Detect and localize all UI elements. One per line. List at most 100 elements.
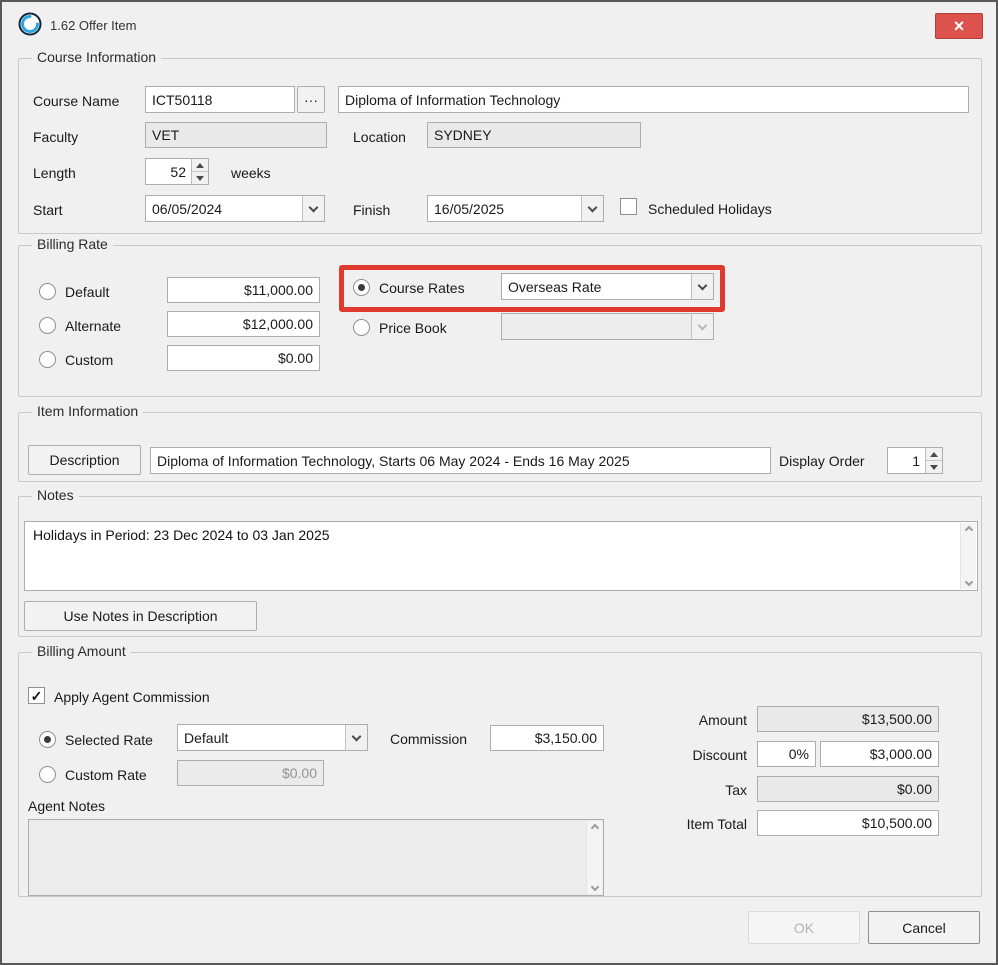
- default-rate-label: Default: [65, 284, 109, 300]
- display-order-label: Display Order: [779, 453, 865, 469]
- title-bar: 1.62 Offer Item ×: [2, 2, 996, 48]
- chevron-down-icon: [352, 731, 362, 741]
- spin-down-icon[interactable]: [192, 171, 208, 184]
- agent-notes-textarea[interactable]: [28, 819, 604, 896]
- course-name-label: Course Name: [33, 93, 119, 109]
- custom-rate-radio[interactable]: [39, 766, 56, 783]
- start-label: Start: [33, 202, 63, 218]
- custom-rate-radio-billing[interactable]: [39, 351, 56, 368]
- billing-rate-legend: Billing Rate: [32, 236, 113, 252]
- cancel-button[interactable]: Cancel: [868, 911, 980, 944]
- length-spinner[interactable]: 52: [145, 158, 209, 185]
- tax-label: Tax: [619, 782, 747, 798]
- finish-date-combo[interactable]: 16/05/2025: [427, 195, 604, 222]
- finish-date-dropdown-button[interactable]: [581, 196, 603, 221]
- course-rates-value: Overseas Rate: [502, 274, 691, 299]
- finish-date-value: 16/05/2025: [428, 196, 581, 221]
- custom-rate-label: Custom Rate: [65, 767, 147, 783]
- amount-label: Amount: [619, 712, 747, 728]
- price-book-label: Price Book: [379, 320, 447, 336]
- billing-amount-group: Billing Amount Apply Agent Commission Se…: [18, 652, 982, 897]
- notes-scrollbar[interactable]: [960, 523, 976, 589]
- discount-amount-input[interactable]: $3,000.00: [820, 741, 939, 767]
- display-order-spinner[interactable]: 1: [887, 447, 943, 474]
- selected-rate-dropdown-button[interactable]: [345, 725, 367, 750]
- close-button[interactable]: ×: [935, 13, 983, 39]
- alternate-rate-radio[interactable]: [39, 317, 56, 334]
- scroll-down-icon[interactable]: [964, 578, 972, 586]
- price-book-combo: [501, 313, 714, 340]
- description-input[interactable]: Diploma of Information Technology, Start…: [150, 447, 771, 474]
- selected-rate-combo[interactable]: Default: [177, 724, 368, 751]
- price-book-value: [502, 314, 691, 339]
- alternate-rate-label: Alternate: [65, 318, 121, 334]
- app-icon: [18, 12, 42, 36]
- scroll-up-icon[interactable]: [964, 526, 972, 534]
- display-order-value: 1: [888, 448, 925, 473]
- scheduled-holidays-checkbox[interactable]: [620, 198, 637, 215]
- chevron-down-icon: [698, 280, 708, 290]
- price-book-radio[interactable]: [353, 319, 370, 336]
- default-rate-value[interactable]: $11,000.00: [167, 277, 320, 303]
- commission-label: Commission: [390, 731, 467, 747]
- discount-percent-input[interactable]: 0%: [757, 741, 816, 767]
- faculty-field: VET: [145, 122, 327, 148]
- custom-rate-label-billing: Custom: [65, 352, 113, 368]
- course-title-input[interactable]: Diploma of Information Technology: [338, 86, 969, 113]
- custom-rate-value-billing[interactable]: $0.00: [167, 345, 320, 371]
- description-button[interactable]: Description: [28, 445, 141, 475]
- tax-value: $0.00: [757, 776, 939, 802]
- item-total-label: Item Total: [619, 816, 747, 832]
- item-total-value: $10,500.00: [757, 810, 939, 836]
- billing-amount-legend: Billing Amount: [32, 643, 131, 659]
- finish-label: Finish: [353, 202, 390, 218]
- start-date-dropdown-button[interactable]: [302, 196, 324, 221]
- offer-item-dialog: 1.62 Offer Item × Course Information Cou…: [0, 0, 998, 965]
- custom-rate-value: $0.00: [177, 760, 324, 786]
- notes-group: Notes Holidays in Period: 23 Dec 2024 to…: [18, 496, 982, 637]
- selected-rate-label: Selected Rate: [65, 732, 153, 748]
- chevron-down-icon: [698, 320, 708, 330]
- amount-value: $13,500.00: [757, 706, 939, 732]
- course-rates-dropdown-button[interactable]: [691, 274, 713, 299]
- course-rates-combo[interactable]: Overseas Rate: [501, 273, 714, 300]
- start-date-combo[interactable]: 06/05/2024: [145, 195, 325, 222]
- course-rates-label: Course Rates: [379, 280, 465, 296]
- price-book-dropdown-button: [691, 314, 713, 339]
- agent-notes-scrollbar[interactable]: [586, 821, 602, 894]
- display-order-spin-buttons: [925, 448, 942, 473]
- commission-value[interactable]: $3,150.00: [490, 725, 604, 751]
- course-code-input[interactable]: ICT50118: [145, 86, 295, 113]
- use-notes-in-description-button[interactable]: Use Notes in Description: [24, 601, 257, 631]
- ok-button[interactable]: OK: [748, 911, 860, 944]
- location-field: SYDNEY: [427, 122, 641, 148]
- spin-up-icon[interactable]: [192, 159, 208, 171]
- location-label: Location: [353, 129, 406, 145]
- length-spin-buttons: [191, 159, 208, 184]
- close-icon: ×: [954, 17, 965, 35]
- agent-notes-label: Agent Notes: [28, 798, 105, 814]
- spin-down-icon[interactable]: [926, 460, 942, 473]
- default-rate-radio[interactable]: [39, 283, 56, 300]
- billing-rate-group: Billing Rate Default $11,000.00 Alternat…: [18, 245, 982, 397]
- scheduled-holidays-label: Scheduled Holidays: [648, 201, 772, 217]
- selected-rate-value: Default: [178, 725, 345, 750]
- notes-textarea[interactable]: Holidays in Period: 23 Dec 2024 to 03 Ja…: [24, 521, 978, 591]
- scroll-up-icon[interactable]: [590, 824, 598, 832]
- faculty-label: Faculty: [33, 129, 78, 145]
- selected-rate-radio[interactable]: [39, 731, 56, 748]
- course-information-legend: Course Information: [32, 49, 161, 65]
- course-rates-radio[interactable]: [353, 279, 370, 296]
- discount-label: Discount: [619, 747, 747, 763]
- alternate-rate-value[interactable]: $12,000.00: [167, 311, 320, 337]
- spin-up-icon[interactable]: [926, 448, 942, 460]
- length-label: Length: [33, 165, 76, 181]
- apply-agent-commission-checkbox[interactable]: [28, 687, 45, 704]
- item-information-legend: Item Information: [32, 403, 143, 419]
- course-information-group: Course Information Course Name ICT50118 …: [18, 58, 982, 234]
- notes-text: Holidays in Period: 23 Dec 2024 to 03 Ja…: [33, 527, 951, 543]
- chevron-down-icon: [588, 202, 598, 212]
- browse-course-button[interactable]: ···: [297, 86, 325, 113]
- scroll-down-icon[interactable]: [590, 883, 598, 891]
- apply-agent-commission-label: Apply Agent Commission: [54, 689, 210, 705]
